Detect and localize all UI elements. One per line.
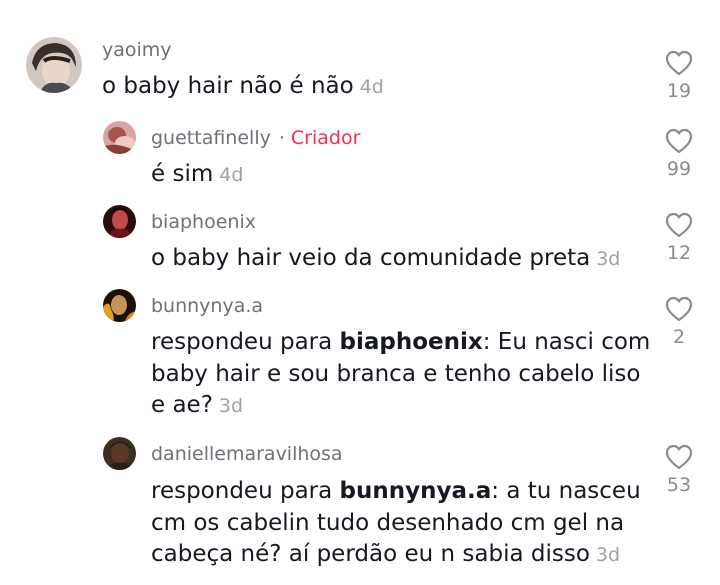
avatar-illustrated-man-icon: [26, 37, 82, 93]
heart-outline-icon: [665, 296, 693, 322]
comment-username[interactable]: biaphoenix: [151, 211, 256, 233]
comment-username[interactable]: bunnynya.a: [151, 295, 263, 317]
comment-timestamp: 4d: [359, 76, 384, 98]
separator-dot: ·: [278, 127, 285, 149]
like-button[interactable]: 53: [657, 444, 701, 496]
like-count: 53: [666, 474, 692, 496]
comment-timestamp: 4d: [219, 164, 244, 186]
avatar[interactable]: [103, 437, 136, 470]
avatar[interactable]: [103, 205, 136, 238]
username-text: guettafinelly: [151, 127, 271, 149]
avatar[interactable]: [26, 37, 82, 93]
comment-timestamp: 3d: [218, 395, 244, 417]
like-count: 2: [672, 326, 686, 348]
comment-text: o baby hair não é não 4d: [102, 71, 622, 104]
comment-body: o baby hair veio da comunidade preta: [151, 245, 591, 271]
comment-text: o baby hair veio da comunidade preta 3d: [151, 243, 631, 276]
mention-link[interactable]: biaphoenix: [340, 329, 483, 355]
like-button[interactable]: 19: [657, 50, 701, 102]
comment-username[interactable]: daniellemaravilhosa: [151, 443, 343, 465]
heart-outline-icon: [665, 444, 693, 470]
avatar-photo-dark-fire-icon: [103, 289, 136, 322]
heart-outline-icon: [665, 50, 693, 76]
like-button[interactable]: 99: [657, 128, 701, 180]
comment-timestamp: 3d: [595, 544, 621, 566]
comment-body: o baby hair não é não: [102, 73, 354, 99]
heart-outline-icon: [665, 128, 693, 154]
avatar-photo-pink-icon: [103, 121, 136, 154]
creator-badge: Criador: [290, 127, 361, 149]
like-button[interactable]: 12: [657, 212, 701, 264]
comment-timestamp: 3d: [596, 248, 621, 270]
heart-outline-icon: [665, 212, 693, 238]
comment-username[interactable]: yaoimy: [102, 39, 172, 61]
comment-text: respondeu para bunnynya.a: a tu nasceu c…: [151, 476, 651, 572]
reply-prefix: respondeu para: [151, 329, 333, 355]
like-count: 99: [666, 158, 692, 180]
mention-link[interactable]: bunnynya.a: [340, 478, 492, 504]
like-count: 19: [666, 80, 692, 102]
comment-body: é sim: [151, 161, 214, 187]
avatar-photo-red-icon: [103, 205, 136, 238]
comment-text: é sim 4d: [151, 159, 631, 192]
avatar-photo-dark-icon: [103, 437, 136, 470]
like-count: 12: [666, 242, 692, 264]
comment-text: respondeu para biaphoenix: Eu nasci com …: [151, 327, 651, 423]
avatar[interactable]: [103, 289, 136, 322]
avatar[interactable]: [103, 121, 136, 154]
reply-prefix: respondeu para: [151, 478, 333, 504]
comment-username[interactable]: guettafinelly · Criador: [151, 127, 360, 149]
like-button[interactable]: 2: [657, 296, 701, 348]
